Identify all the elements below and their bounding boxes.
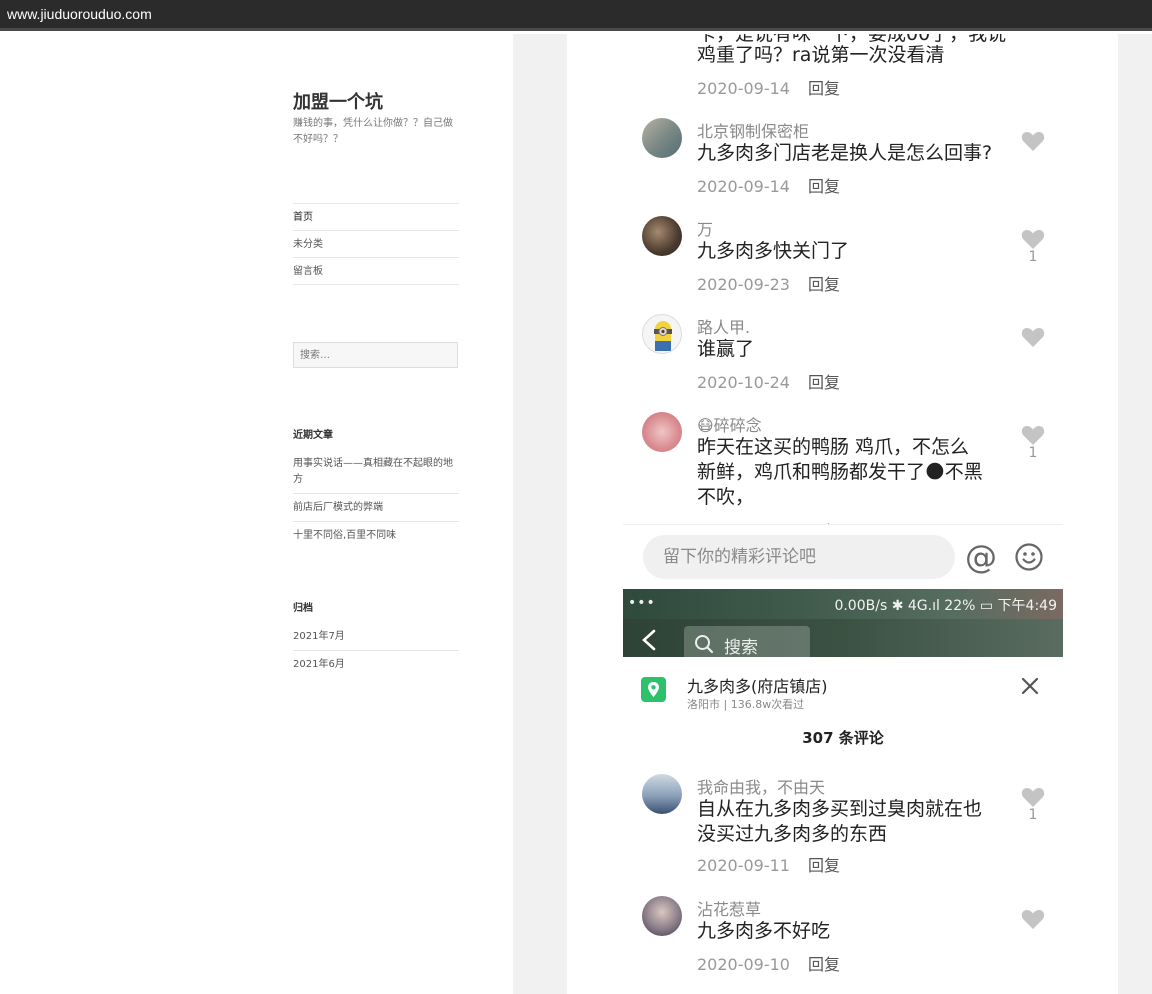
comment-username[interactable]: 万	[697, 216, 713, 240]
comment-username[interactable]: 沾花惹草	[697, 896, 761, 920]
browser-url[interactable]: www.jiuduorouduo.com	[7, 6, 152, 22]
menu-item-guestbook[interactable]: 留言板	[293, 258, 459, 285]
comment-text: 九多肉多门店老是换人是怎么回事?	[697, 142, 993, 164]
back-arrow-icon[interactable]	[641, 629, 657, 651]
search-label: 搜索	[724, 638, 758, 658]
status-dots: •••	[628, 595, 656, 611]
douyin-location-comments-screenshot: ••• 0.00B/s ✱ 4G.ıl 22% ▭ 下午4:49 搜索 九多肉多…	[623, 589, 1063, 994]
reply-button[interactable]: 回复	[808, 373, 840, 392]
comment-sheet: 九多肉多(府店镇店) 洛阳市 | 136.8w次看过 307 条评论 我命由我，…	[623, 657, 1063, 994]
comment-date: 2020-09-14	[697, 177, 790, 196]
main-menu: 首页 未分类 留言板	[293, 203, 459, 285]
avatar[interactable]	[642, 118, 682, 158]
heart-icon[interactable]	[1021, 130, 1045, 152]
comment-text: 谁赢了	[697, 338, 755, 360]
heart-icon[interactable]	[1021, 786, 1045, 808]
menu-item-home[interactable]: 首页	[293, 204, 459, 231]
avatar[interactable]	[642, 216, 682, 256]
comment-meta: 2020-10-24 回复	[697, 369, 840, 393]
reply-button[interactable]: 回复	[808, 955, 840, 974]
reply-button[interactable]: 回复	[808, 275, 840, 294]
comment-date: 2020-09-11	[697, 856, 790, 875]
recent-posts-list: 用事实说话——真相藏在不起眼的地方 前店后厂模式的弊端 十里不同俗,百里不同味	[293, 450, 459, 549]
location-subtitle: 洛阳市 | 136.8w次看过	[687, 698, 805, 711]
reply-button[interactable]: 回复	[808, 79, 840, 98]
avatar[interactable]	[642, 412, 682, 452]
comment-text: 昨天在这买的鸭肠 鸡爪，不怎么新鲜，鸡爪和鸭肠都发干了🌑不黑不吹，	[697, 436, 983, 508]
location-name[interactable]: 九多肉多(府店镇店)	[687, 673, 828, 697]
comment-username[interactable]: 😷碎碎念	[697, 412, 762, 436]
site-title[interactable]: 加盟一个坑	[293, 88, 383, 114]
comment-date: 2020-09-10	[697, 955, 790, 974]
comment-text-partial: 鸡重了吗？ra说第一次没看清	[697, 44, 945, 66]
site-description: 赚钱的事，凭什么让你做？？自己做不好吗？？	[293, 118, 453, 145]
comment-text: 九多肉多不好吃	[697, 920, 831, 942]
reply-button[interactable]: 回复	[808, 856, 840, 875]
avatar[interactable]	[642, 896, 682, 936]
comment-count: 307 条评论	[802, 729, 884, 747]
search-box[interactable]: 搜索	[684, 626, 810, 660]
close-icon[interactable]	[1021, 677, 1039, 695]
comment-date: 2020-09-23	[697, 275, 790, 294]
comment-input[interactable]	[643, 535, 955, 579]
archives-list: 2021年7月 2021年6月	[293, 623, 459, 678]
comment-meta: 2020-09-23 回复	[697, 271, 840, 295]
avatar[interactable]	[642, 774, 682, 814]
comment-username[interactable]: 北京钢制保密柜	[697, 118, 809, 142]
recent-posts-title: 近期文章	[293, 430, 333, 441]
avatar[interactable]	[642, 314, 682, 354]
comment-meta: 2020-09-14 回复	[697, 75, 840, 99]
douyin-comments-screenshot: 卡，是说有味一下，要成00了，我说 鸡重了吗？ra说第一次没看清 2020-09…	[623, 34, 1063, 589]
browser-address-bar[interactable]: www.jiuduorouduo.com	[0, 0, 1152, 31]
recent-post-link[interactable]: 前店后厂模式的弊端	[293, 494, 459, 522]
heart-icon[interactable]	[1021, 326, 1045, 348]
at-mention-icon[interactable]: @	[965, 537, 997, 577]
phone-nav-bar: 搜索	[623, 619, 1063, 660]
like-count: 1	[1028, 249, 1038, 265]
recent-post-link[interactable]: 用事实说话——真相藏在不起眼的地方	[293, 450, 459, 494]
location-pin-icon	[641, 677, 666, 702]
comment-meta: 2020-09-11 回复	[697, 852, 840, 876]
comment-date: 2020-10-24	[697, 373, 790, 392]
comment-meta: 2020-09-14 回复	[697, 173, 840, 197]
blog-sidebar: 加盟一个坑 赚钱的事，凭什么让你做？？自己做不好吗？？ 首页 未分类 留言板 近…	[0, 34, 513, 994]
comment-username[interactable]: 我命由我，不由天	[697, 774, 825, 798]
search-input[interactable]	[293, 342, 458, 368]
recent-post-link[interactable]: 十里不同俗,百里不同味	[293, 522, 459, 549]
comment-meta: 2020-09-10 回复	[697, 951, 840, 975]
archives-title: 归档	[293, 603, 313, 614]
search-icon	[694, 634, 714, 654]
reply-button[interactable]: 回复	[808, 177, 840, 196]
comment-date: 2020-09-14	[697, 79, 790, 98]
archive-link[interactable]: 2021年6月	[293, 651, 459, 678]
emoji-icon[interactable]	[1015, 543, 1043, 571]
menu-item-uncategorized[interactable]: 未分类	[293, 231, 459, 258]
like-count: 1	[1028, 807, 1038, 823]
heart-icon[interactable]	[1021, 908, 1045, 930]
comment-text: 九多肉多快关门了	[697, 240, 850, 262]
archive-link[interactable]: 2021年7月	[293, 623, 459, 651]
like-count: 1	[1028, 445, 1038, 461]
comment-username[interactable]: 路人甲.	[697, 314, 750, 338]
status-info: 0.00B/s ✱ 4G.ıl 22% ▭ 下午4:49	[834, 598, 1057, 614]
heart-icon[interactable]	[1021, 228, 1045, 250]
heart-icon[interactable]	[1021, 424, 1045, 446]
comment-input-bar: @	[623, 524, 1063, 589]
comment-text: 自从在九多肉多买到过臭肉就在也没买过九多肉多的东西	[697, 798, 983, 845]
phone-status-bar: ••• 0.00B/s ✱ 4G.ıl 22% ▭ 下午4:49	[623, 589, 1063, 619]
